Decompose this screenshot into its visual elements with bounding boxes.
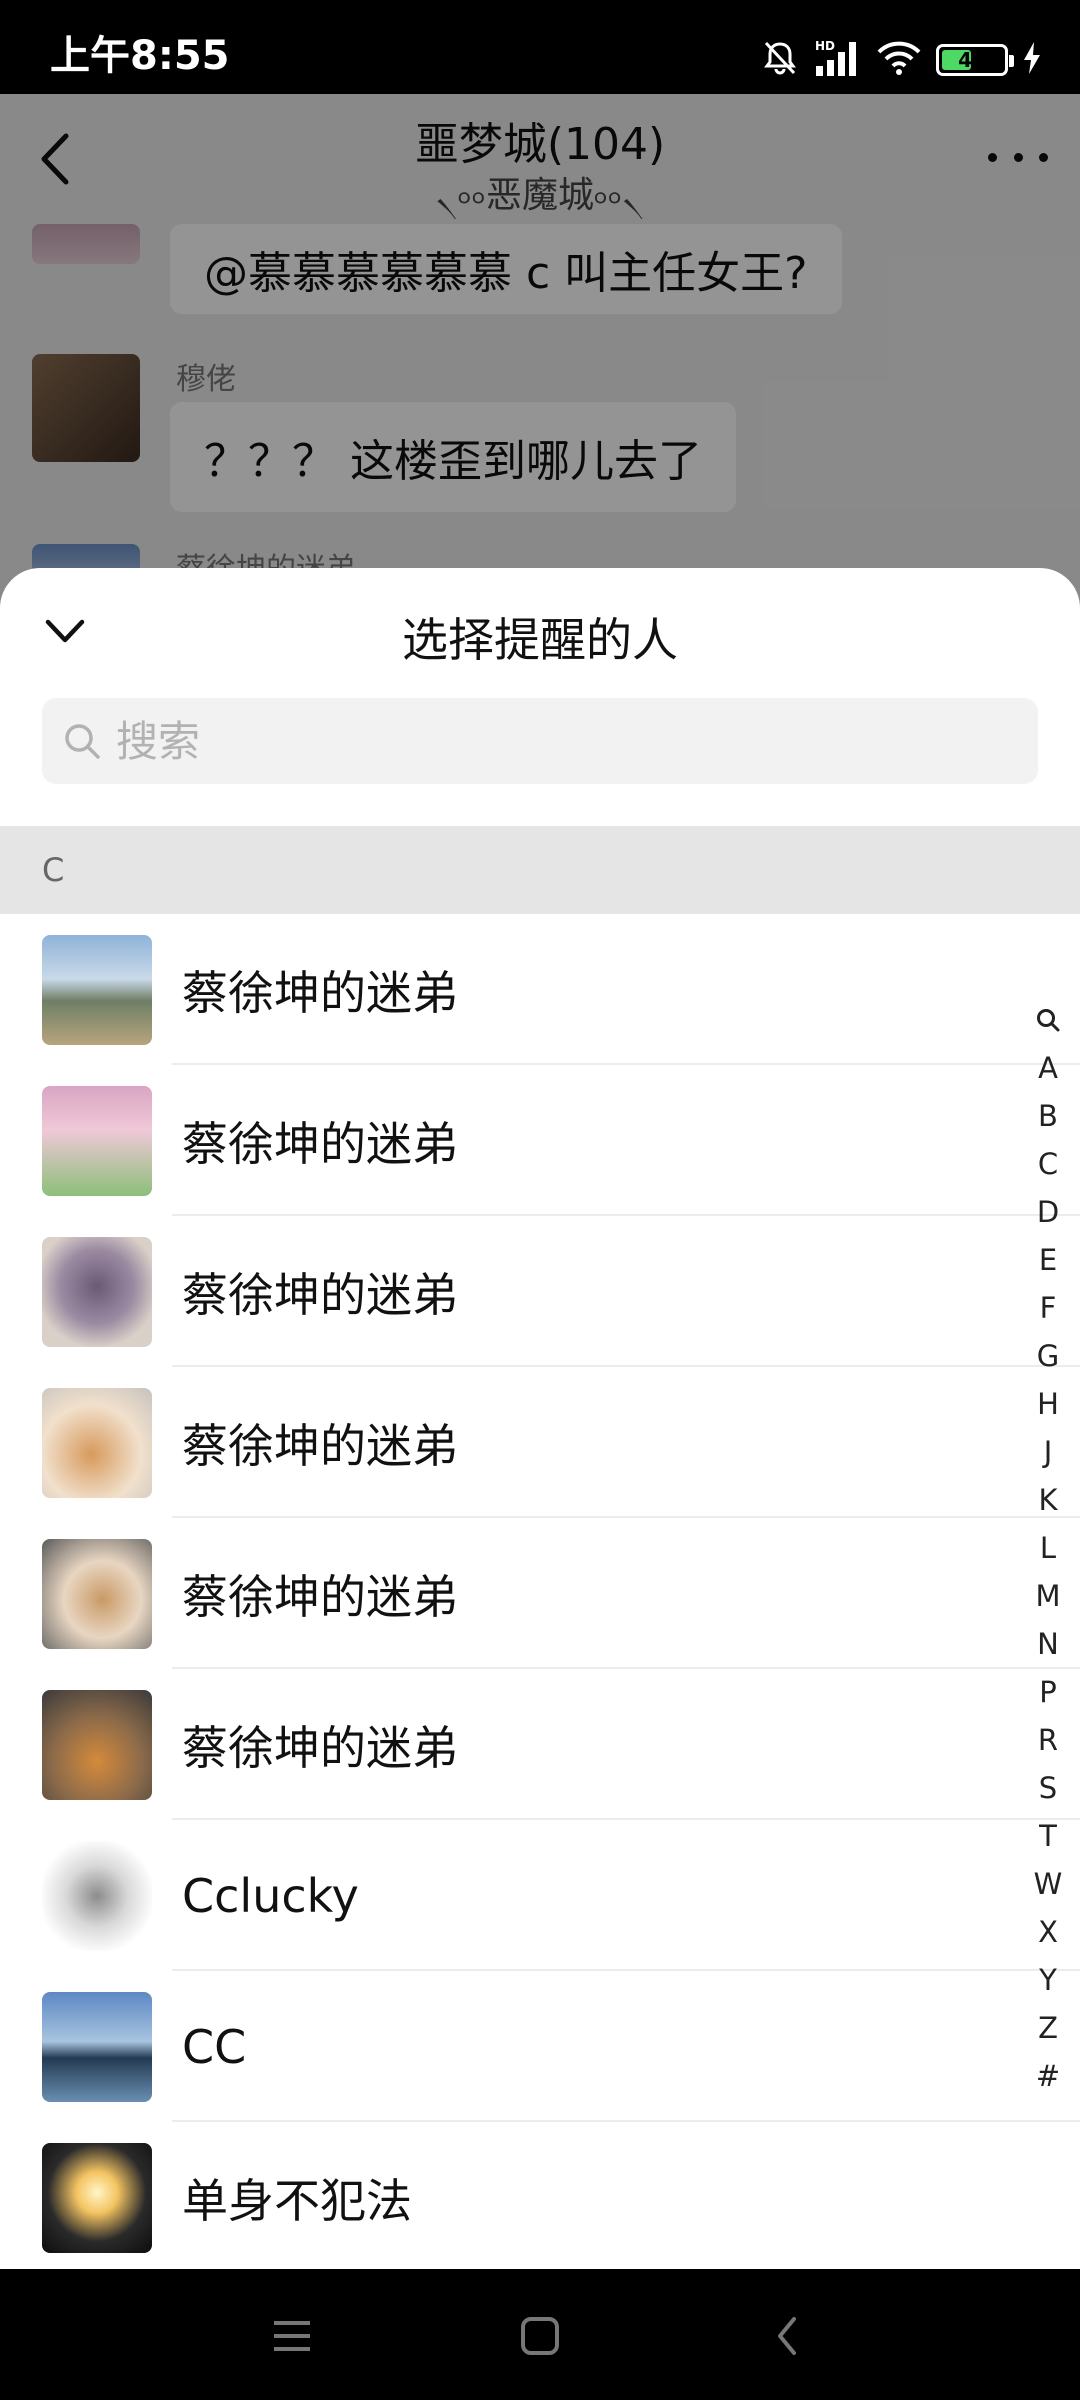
search-input[interactable] [116,716,996,766]
mention-picker-sheet: 选择提醒的人 C 蔡徐坤的迷弟蔡徐坤的迷弟蔡徐坤的迷弟蔡徐坤的迷弟蔡徐坤的迷弟蔡… [0,568,1080,2269]
index-letter[interactable]: X [1028,1908,1068,1956]
index-letter[interactable]: M [1028,1572,1068,1620]
member-name: 单身不犯法 [182,2173,412,2228]
status-time: 上午8:55 [50,33,230,79]
index-letter[interactable]: P [1028,1668,1068,1716]
index-letter[interactable]: R [1028,1716,1068,1764]
member-avatar [42,1237,152,1347]
index-letter[interactable]: F [1028,1284,1068,1332]
battery-percent: 49 [958,48,986,72]
network-type-label: HD [815,39,835,53]
index-letter[interactable]: D [1028,1188,1068,1236]
menu-button[interactable] [262,2309,322,2363]
signal-icon: HD [814,38,862,82]
member-name: 蔡徐坤的迷弟 [182,1418,458,1473]
back-triangle-icon [758,2317,818,2367]
index-letter[interactable]: Z [1028,2004,1068,2052]
section-header: C [0,826,1080,914]
status-icons: HD 49 [760,38,1042,82]
member-avatar [42,935,152,1045]
member-name: 蔡徐坤的迷弟 [182,1267,458,1322]
charging-icon [1022,41,1042,79]
status-bar: 上午8:55 HD 49 [0,0,1080,94]
index-letter[interactable]: A [1028,1044,1068,1092]
member-avatar [42,1086,152,1196]
index-letter[interactable]: T [1028,1812,1068,1860]
member-name: 蔡徐坤的迷弟 [182,1116,458,1171]
member-avatar [42,1388,152,1498]
index-letter[interactable]: Y [1028,1956,1068,2004]
member-name: 蔡徐坤的迷弟 [182,1720,458,1775]
index-letter[interactable]: L [1028,1524,1068,1572]
member-name: Cclucky [182,1868,359,1923]
member-row[interactable]: 蔡徐坤的迷弟 [0,1065,1080,1216]
member-list: 蔡徐坤的迷弟 蔡徐坤的迷弟 蔡徐坤的迷弟 蔡徐坤的迷弟 蔡徐坤的迷弟 蔡徐坤的迷弟 Cclu… [0,914,1080,2269]
member-row[interactable]: 单身不犯法 [0,2122,1080,2269]
member-avatar [42,2143,152,2253]
member-row[interactable]: 蔡徐坤的迷弟 [0,1518,1080,1669]
sheet-title: 选择提醒的人 [402,613,678,667]
index-search-icon[interactable] [1028,996,1068,1044]
member-avatar [42,1992,152,2102]
index-letter[interactable]: B [1028,1092,1068,1140]
index-letter[interactable]: H [1028,1380,1068,1428]
index-letter[interactable]: E [1028,1236,1068,1284]
alphabet-index[interactable]: A B C D E F G H J K L M N P R S T W X Y Z # [1028,996,1068,2100]
index-letter[interactable]: C [1028,1140,1068,1188]
member-row[interactable]: 蔡徐坤的迷弟 [0,1367,1080,1518]
member-row[interactable]: 蔡徐坤的迷弟 [0,914,1080,1065]
menu-icon [262,2321,322,2367]
member-avatar [42,1539,152,1649]
index-letter[interactable]: G [1028,1332,1068,1380]
home-square-icon [510,2317,570,2367]
member-name: CC [182,2019,247,2074]
wifi-icon [876,38,922,82]
member-name: 蔡徐坤的迷弟 [182,965,458,1020]
member-row[interactable]: CC [0,1971,1080,2122]
index-letter[interactable]: S [1028,1764,1068,1812]
search-bar[interactable] [42,698,1038,784]
member-name: 蔡徐坤的迷弟 [182,1569,458,1624]
index-letter[interactable]: W [1028,1860,1068,1908]
index-letter[interactable]: J [1028,1428,1068,1476]
member-row[interactable]: 蔡徐坤的迷弟 [0,1669,1080,1820]
mute-bell-icon [760,38,800,82]
member-avatar [42,1690,152,1800]
home-button[interactable] [510,2309,570,2363]
index-letter[interactable]: # [1028,2052,1068,2100]
member-avatar [42,1841,152,1951]
index-letter[interactable]: N [1028,1620,1068,1668]
member-row[interactable]: Cclucky [0,1820,1080,1971]
nav-back-button[interactable] [758,2309,818,2363]
battery-icon: 49 [936,44,1014,76]
index-letter[interactable]: K [1028,1476,1068,1524]
search-icon [62,721,102,761]
member-row[interactable]: 蔡徐坤的迷弟 [0,1216,1080,1367]
system-nav-bar [0,2269,1080,2400]
